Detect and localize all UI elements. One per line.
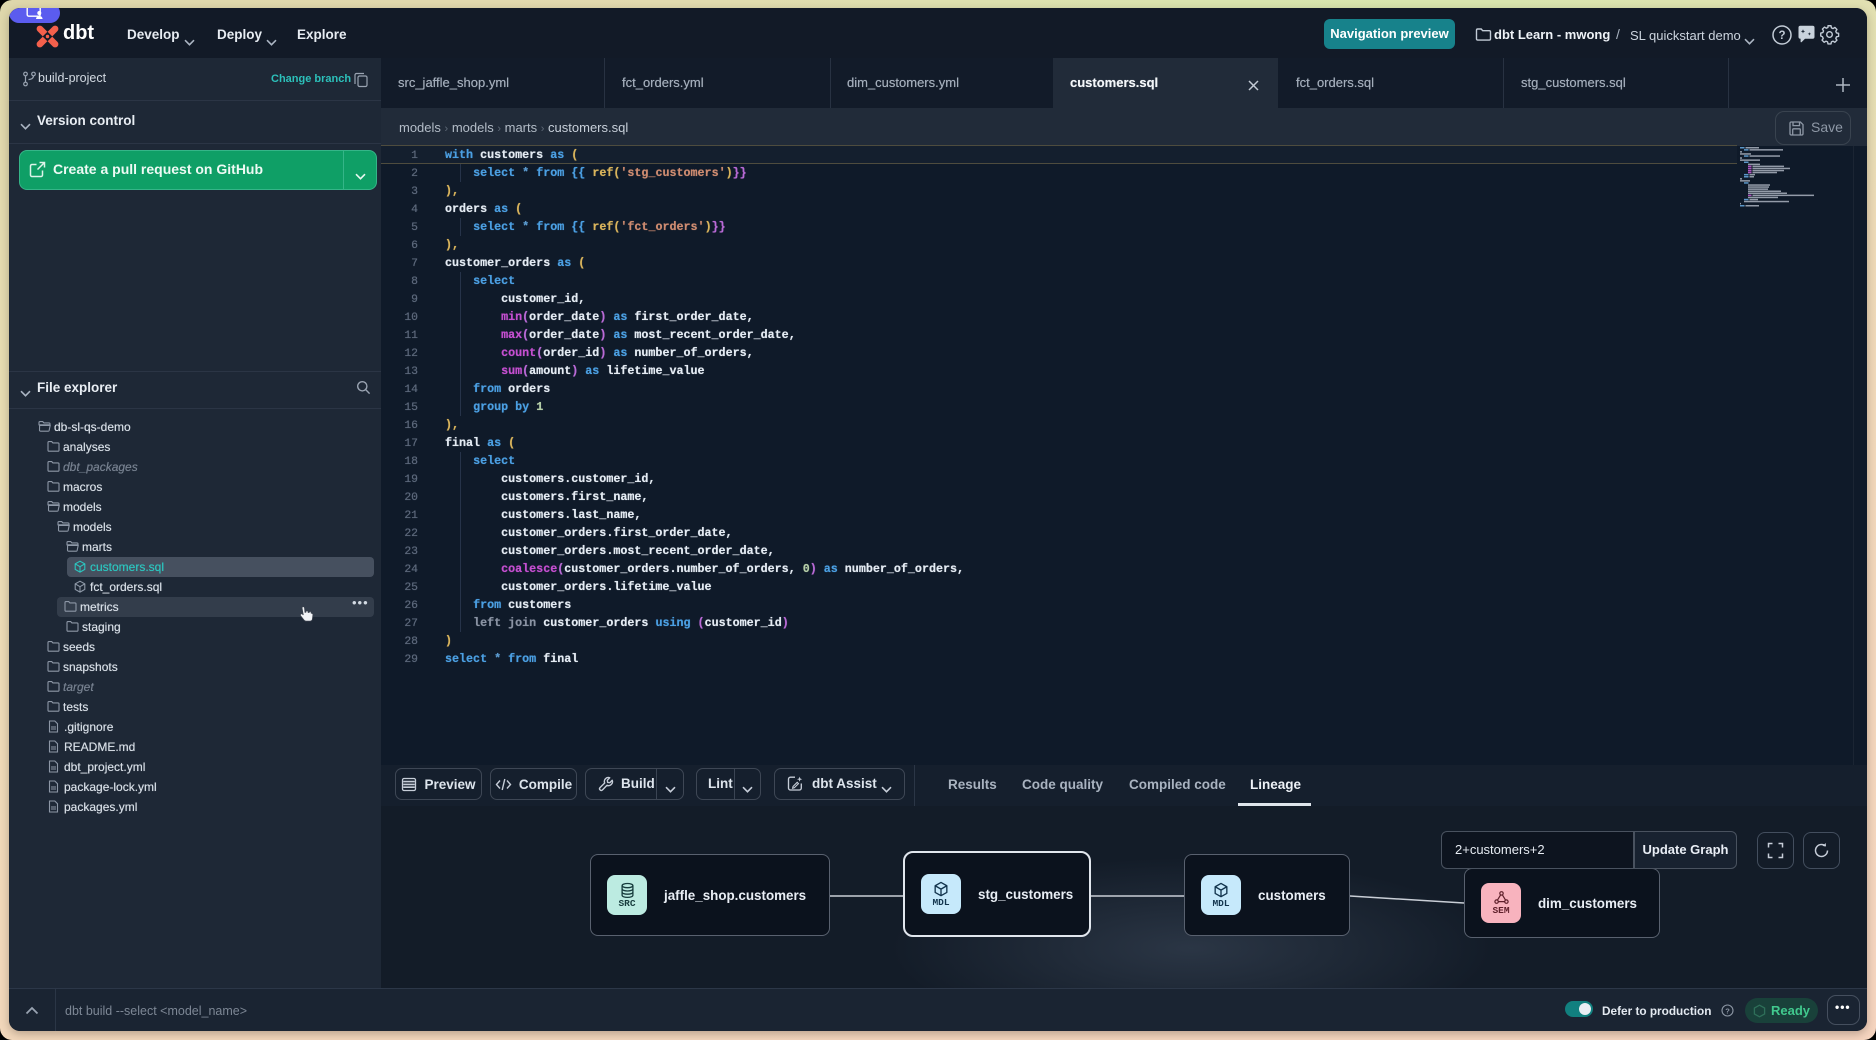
svg-text:?: ? (1725, 1006, 1730, 1015)
